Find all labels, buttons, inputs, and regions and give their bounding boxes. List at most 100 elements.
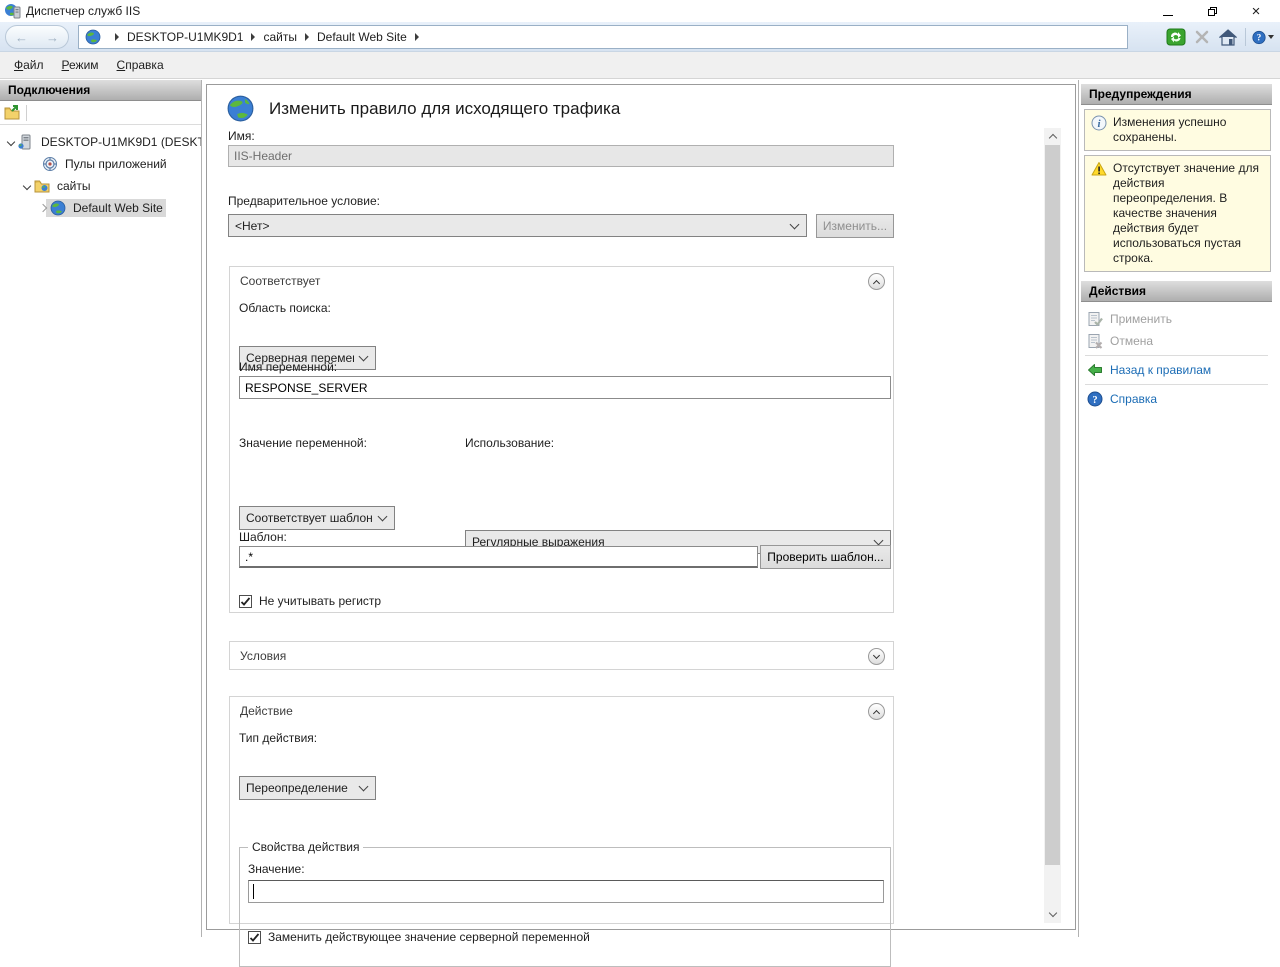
- actions-separator: [1085, 384, 1268, 385]
- collapse-up-icon[interactable]: [868, 703, 885, 720]
- app-pools-icon: [42, 156, 58, 172]
- home-icon: [1219, 29, 1237, 46]
- action-type-value: Переопределение: [246, 781, 348, 795]
- action-value-input[interactable]: [248, 880, 884, 903]
- home-button[interactable]: [1217, 27, 1239, 47]
- breadcrumb-server[interactable]: DESKTOP-U1MK9D1: [127, 30, 243, 44]
- help-button[interactable]: ?: [1252, 27, 1274, 47]
- svg-text:?: ?: [1257, 32, 1262, 42]
- cancel-action: Отмена: [1081, 330, 1272, 352]
- tree-node-server[interactable]: DESKTOP-U1MK9D1 (DESKTOP: [0, 131, 201, 153]
- match-section: Соответствует Область поиска: Серверная …: [229, 266, 894, 613]
- iis-app-icon: [5, 3, 21, 19]
- svg-text:?: ?: [1092, 395, 1097, 406]
- conditions-section: Условия: [229, 641, 894, 670]
- apply-icon: [1087, 311, 1103, 327]
- check-icon: [249, 932, 260, 943]
- info-icon: i: [1091, 115, 1107, 131]
- stop-button[interactable]: [1191, 27, 1213, 47]
- back-to-rules-label: Назад к правилам: [1110, 363, 1211, 377]
- tree-label-default-web-site: Default Web Site: [70, 199, 166, 217]
- address-bar[interactable]: DESKTOP-U1MK9D1 сайты Default Web Site: [78, 25, 1128, 49]
- action-properties-group: Свойства действия Значение: Заменить дей…: [239, 847, 891, 967]
- server-icon: [18, 134, 34, 150]
- help-dropdown-caret: [1268, 35, 1274, 39]
- chevron-down-icon: [359, 352, 369, 362]
- menu-help[interactable]: Справка: [108, 52, 173, 78]
- action-section: Действие Тип действия: Переопределение С…: [229, 696, 894, 924]
- apply-action: Применить: [1081, 308, 1272, 330]
- variable-value-select[interactable]: Соответствует шаблону: [239, 506, 395, 530]
- close-button[interactable]: ×: [1234, 0, 1278, 22]
- help-action[interactable]: ? Справка: [1081, 388, 1272, 410]
- menu-bar: Файл Режим Справка: [0, 52, 1280, 79]
- check-icon: [240, 596, 251, 607]
- breadcrumb-sites[interactable]: сайты: [263, 30, 297, 44]
- restart-button[interactable]: [1165, 27, 1187, 47]
- minimize-button[interactable]: [1146, 0, 1190, 22]
- replace-value-checkbox[interactable]: [248, 931, 261, 944]
- action-properties-legend: Свойства действия: [248, 840, 363, 854]
- action-type-select[interactable]: Переопределение: [239, 776, 376, 800]
- variable-value-label: Значение переменной:: [239, 436, 367, 450]
- scrollbar-thumb[interactable]: [1045, 145, 1060, 865]
- forward-button[interactable]: →: [46, 31, 59, 44]
- toolbar-separator: [26, 105, 27, 121]
- using-label: Использование:: [465, 436, 554, 450]
- menu-view[interactable]: Режим: [53, 52, 108, 78]
- panel-divider: [1078, 80, 1079, 937]
- pattern-input[interactable]: [239, 546, 758, 568]
- test-pattern-button[interactable]: Проверить шаблон...: [760, 545, 891, 569]
- precondition-select[interactable]: <Нет>: [228, 214, 807, 237]
- name-label: Имя:: [228, 129, 255, 143]
- tree-node-sites[interactable]: сайты: [0, 175, 201, 197]
- change-precondition-button[interactable]: Изменить...: [816, 214, 894, 238]
- conditions-section-header[interactable]: Условия: [230, 642, 893, 670]
- chevron-expanded-icon[interactable]: [23, 182, 31, 190]
- vertical-scrollbar[interactable]: [1044, 128, 1061, 923]
- ignore-case-label: Не учитывать регистр: [259, 594, 381, 608]
- text-caret: [253, 884, 254, 899]
- restart-icon: [1166, 28, 1186, 46]
- action-header-label: Действие: [240, 704, 293, 718]
- page-globe-icon: [227, 95, 254, 122]
- close-icon: ×: [1252, 4, 1261, 19]
- ignore-case-checkbox[interactable]: [239, 595, 252, 608]
- back-button[interactable]: ←: [15, 31, 28, 44]
- action-type-label: Тип действия:: [239, 731, 317, 745]
- match-header-label: Соответствует: [240, 274, 320, 288]
- tree-label-app-pools: Пулы приложений: [62, 155, 170, 173]
- scroll-up-button[interactable]: [1044, 128, 1061, 145]
- globe-icon: [85, 29, 101, 45]
- variable-name-label: Имя переменной:: [239, 360, 337, 374]
- restore-button[interactable]: [1190, 0, 1234, 22]
- actions-header: Действия: [1081, 281, 1272, 302]
- scroll-down-button[interactable]: [1044, 906, 1061, 923]
- info-alert: i Изменения успешно сохранены.: [1084, 109, 1271, 151]
- cancel-icon: [1087, 333, 1103, 349]
- save-connection-icon[interactable]: [4, 105, 20, 121]
- tree-node-app-pools[interactable]: Пулы приложений: [0, 153, 201, 175]
- chevron-expanded-icon[interactable]: [7, 138, 15, 146]
- collapse-down-icon[interactable]: [868, 648, 885, 665]
- conditions-header-label: Условия: [240, 649, 286, 663]
- page-title: Изменить правило для исходящего трафика: [269, 99, 620, 119]
- actions-panel: Предупреждения i Изменения успешно сохра…: [1081, 84, 1272, 937]
- name-input: [228, 145, 894, 167]
- breadcrumb-separator: [415, 33, 419, 41]
- menu-file[interactable]: Файл: [5, 52, 53, 78]
- variable-name-input[interactable]: [239, 376, 891, 399]
- back-to-rules-action[interactable]: Назад к правилам: [1081, 359, 1272, 381]
- connections-tree: DESKTOP-U1MK9D1 (DESKTOP Пулы приложений…: [0, 125, 201, 219]
- feature-view: Изменить правило для исходящего трафика …: [206, 84, 1076, 930]
- ignore-case-checkrow: Не учитывать регистр: [239, 594, 381, 608]
- minimize-icon: [1163, 15, 1173, 16]
- action-section-header[interactable]: Действие: [230, 697, 893, 725]
- connections-toolbar: [0, 101, 201, 125]
- tree-node-default-web-site[interactable]: Default Web Site: [0, 197, 201, 219]
- match-section-header[interactable]: Соответствует: [230, 267, 893, 295]
- breadcrumb-default-web-site[interactable]: Default Web Site: [317, 30, 407, 44]
- collapse-up-icon[interactable]: [868, 273, 885, 290]
- variable-value-value: Соответствует шаблону: [246, 511, 372, 525]
- tree-label-sites: сайты: [54, 177, 94, 195]
